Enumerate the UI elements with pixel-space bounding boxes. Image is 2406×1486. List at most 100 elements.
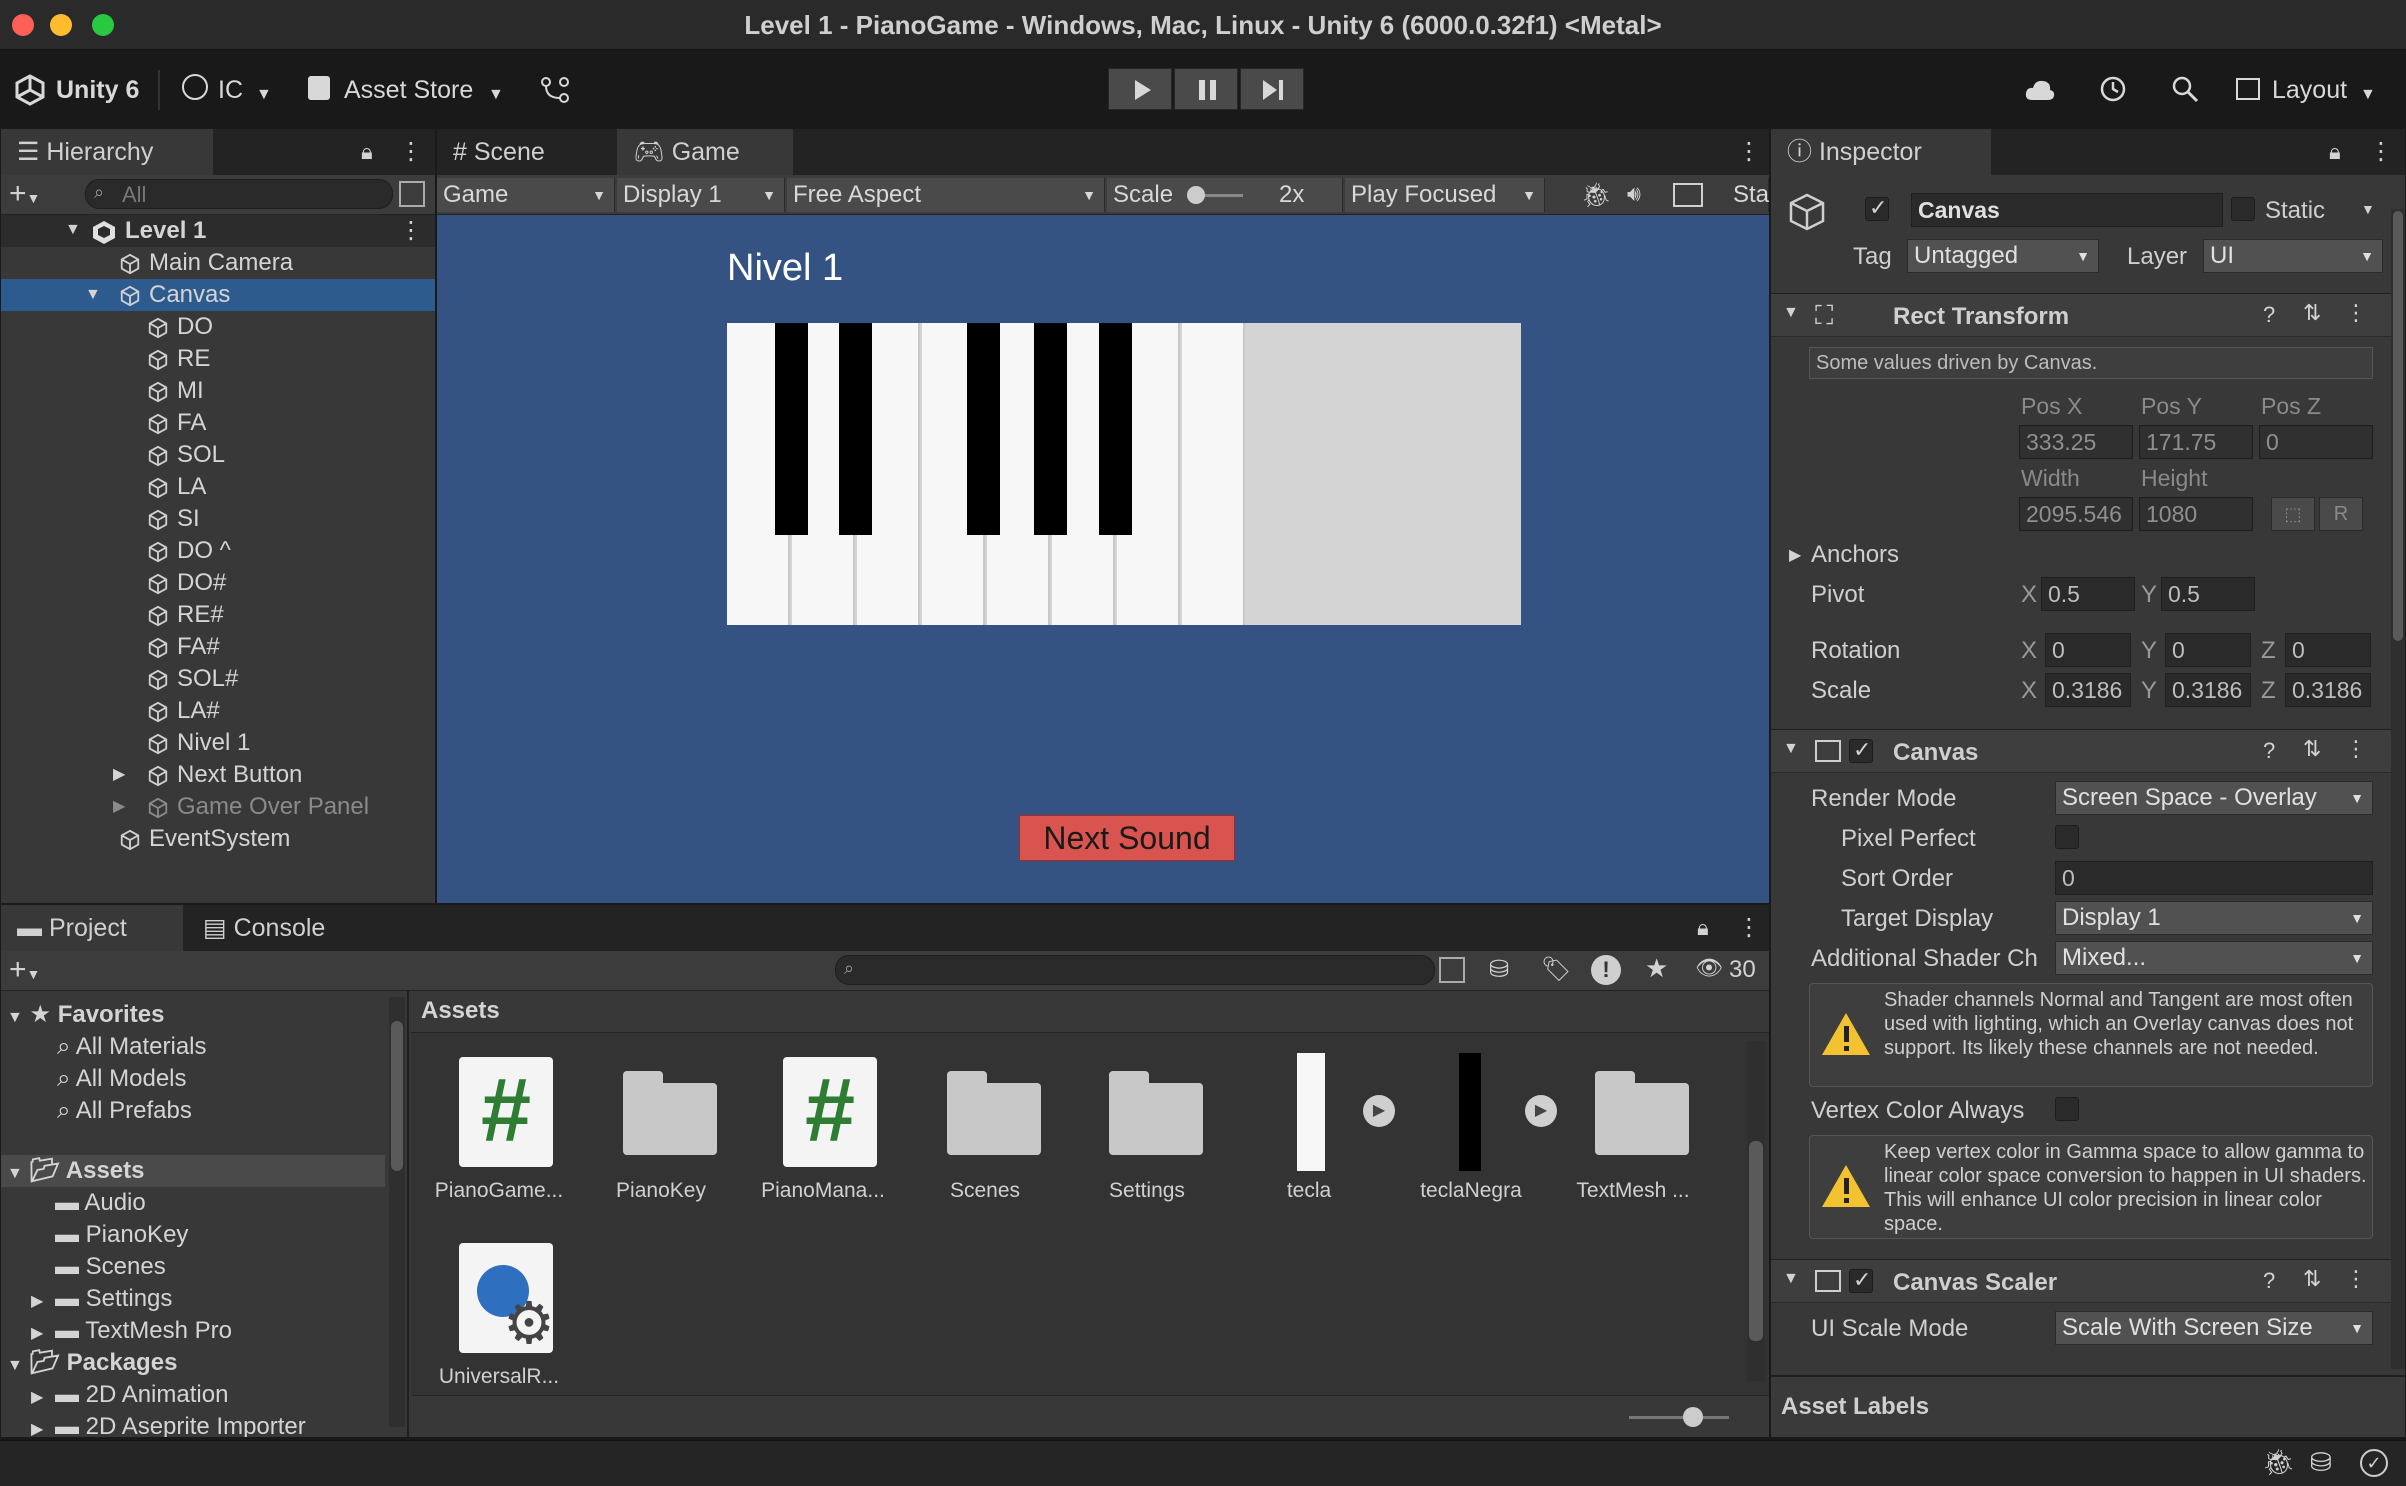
search-by-type-icon[interactable] [1439, 957, 1465, 983]
posz-field[interactable]: 0 [2259, 425, 2373, 459]
expand-arrow-icon[interactable]: ▶ [31, 1382, 55, 1414]
rotation-x-field[interactable]: 0 [2045, 633, 2131, 667]
ui-scale-mode-dropdown[interactable]: Scale With Screen Size ▼ [2055, 1311, 2373, 1345]
hierarchy-item[interactable]: FA [1, 407, 435, 439]
history-icon[interactable] [2098, 74, 2128, 104]
render-mode-dropdown[interactable]: Screen Space - Overlay ▼ [2055, 781, 2373, 815]
packages-row[interactable]: ▼ 📂︎ Packages [7, 1347, 177, 1379]
bug-icon[interactable]: 🐞︎ [1581, 181, 1611, 210]
hierarchy-item[interactable]: Nivel 1 [1, 727, 435, 759]
pivot-y-field[interactable]: 0.5 [2161, 577, 2255, 611]
help-icon[interactable]: ? [2263, 738, 2275, 764]
filter-by-type-icon[interactable]: ⛁ [1489, 955, 1509, 984]
project-tree-item[interactable]: ▶ ▬ TextMesh Pro [31, 1315, 232, 1347]
project-search-input[interactable]: ⌕ [835, 955, 1435, 985]
check-icon[interactable]: ✓ [2360, 1449, 2388, 1477]
sort-order-field[interactable]: 0 [2055, 861, 2373, 895]
scale-y-field[interactable]: 0.3186 [2165, 673, 2251, 707]
hierarchy-item[interactable]: MI [1, 375, 435, 407]
black-piano-key[interactable] [967, 323, 1000, 535]
asset-item[interactable]: TextMesh ... [1553, 1053, 1713, 1203]
project-tree-item[interactable]: ▶ ▬ 2D Aseprite Importer [31, 1411, 306, 1437]
breadcrumb[interactable]: Assets [421, 995, 500, 1027]
preset-icon[interactable]: ⇅ [2303, 1266, 2321, 1292]
hierarchy-item[interactable]: RE# [1, 599, 435, 631]
gizmos-icon[interactable] [1673, 183, 1703, 207]
preset-icon[interactable]: ⇅ [2303, 736, 2321, 762]
tab-project[interactable]: ▬ Project [1, 905, 183, 951]
more-options-icon[interactable]: ⋮ [399, 137, 423, 166]
project-tree-item[interactable]: ⌕ All Models [57, 1063, 187, 1095]
account-icon[interactable] [182, 74, 208, 100]
height-field[interactable]: 1080 [2139, 497, 2253, 531]
search-icon[interactable] [2170, 74, 2200, 104]
lock-icon[interactable]: 🔒︎ [1697, 915, 1709, 941]
asset-item[interactable]: ▶ tecla [1229, 1053, 1395, 1203]
more-options-icon[interactable]: ⋮ [2345, 300, 2367, 326]
chevron-down-icon[interactable]: ▼ [2361, 201, 2375, 217]
tab-console[interactable]: ▤ Console [187, 905, 377, 951]
tab-scene[interactable]: # Scene [437, 129, 615, 175]
asset-grid-scrollbar[interactable] [1747, 1041, 1765, 1381]
blueprint-button[interactable]: ⬚ [2271, 497, 2315, 531]
scale-z-field[interactable]: 0.3186 [2285, 673, 2371, 707]
anchors-label[interactable]: Anchors [1811, 541, 1899, 569]
more-options-icon[interactable]: ⋮ [2369, 137, 2393, 166]
play-button[interactable] [1108, 68, 1172, 110]
play-mode-dropdown[interactable]: Play Focused ▼ [1345, 178, 1545, 212]
black-piano-key[interactable] [839, 323, 872, 535]
project-tree-item[interactable]: ▬ Audio [31, 1187, 146, 1219]
rect-transform-header[interactable]: ▼ ⛶ Rect Transform ? ⇅ ⋮ [1771, 293, 2391, 337]
black-piano-key[interactable] [775, 323, 808, 535]
stats-button[interactable]: Sta [1727, 178, 1769, 212]
gameobject-icon[interactable] [1785, 191, 1829, 235]
hierarchy-item[interactable]: FA# [1, 631, 435, 663]
hierarchy-item[interactable]: DO ^ [1, 535, 435, 567]
project-tree-item[interactable]: ▬ PianoKey [31, 1219, 188, 1251]
asset-item[interactable]: Scenes [905, 1053, 1065, 1203]
hierarchy-item[interactable]: DO [1, 311, 435, 343]
create-asset-button[interactable]: +▼ [9, 951, 40, 993]
visibility-icon[interactable]: 👁︎ [1695, 955, 1723, 981]
display-dropdown[interactable]: Display 1 ▼ [617, 178, 785, 212]
inspector-scrollbar[interactable] [2391, 209, 2405, 1369]
scale-slider[interactable]: Scale 2x [1107, 178, 1343, 212]
pixel-perfect-checkbox[interactable] [2055, 825, 2079, 849]
hierarchy-item[interactable]: ▼ Canvas [1, 279, 435, 311]
log-filter-icon[interactable]: ! [1591, 955, 1621, 985]
asset-item[interactable]: Settings [1067, 1053, 1227, 1203]
tree-scrollbar[interactable] [389, 997, 405, 1427]
white-piano-key[interactable] [1182, 323, 1245, 625]
pivot-x-field[interactable]: 0.5 [2041, 577, 2135, 611]
scale-x-field[interactable]: 0.3186 [2045, 673, 2131, 707]
expand-arrow-icon[interactable]: ▶ [113, 759, 125, 791]
more-options-icon[interactable]: ⋮ [2345, 1266, 2367, 1292]
hierarchy-item[interactable]: ▶ Next Button [1, 759, 435, 791]
favorites-row[interactable]: ▼ ★ Favorites [7, 999, 164, 1031]
project-tree-item[interactable]: ▶ ▬ Settings [31, 1283, 172, 1315]
more-options-icon[interactable]: ⋮ [399, 215, 423, 247]
add-object-button[interactable]: +▼ [9, 175, 40, 217]
hierarchy-item[interactable]: DO# [1, 567, 435, 599]
posy-field[interactable]: 171.75 [2139, 425, 2253, 459]
debug-mode-icon[interactable]: 🐞︎ [2262, 1447, 2295, 1478]
black-piano-key[interactable] [1034, 323, 1067, 535]
assets-root-row[interactable]: ▼ 📂︎ Assets [1, 1155, 385, 1187]
project-tree-item[interactable]: ▶ ▬ 2D Animation [31, 1379, 228, 1411]
aspect-dropdown[interactable]: Free Aspect ▼ [787, 178, 1105, 212]
asset-item[interactable]: # PianoMana... [743, 1053, 903, 1203]
zoom-slider-thumb[interactable] [1683, 1407, 1703, 1427]
filter-by-label-icon[interactable]: 🏷︎ [1541, 955, 1571, 984]
expand-arrow-icon[interactable]: ▶ [31, 1286, 55, 1318]
rotation-y-field[interactable]: 0 [2165, 633, 2251, 667]
hierarchy-item[interactable]: Main Camera [1, 247, 435, 279]
asset-item[interactable]: # PianoGame... [419, 1053, 579, 1203]
hierarchy-item[interactable]: SOL [1, 439, 435, 471]
hierarchy-item[interactable]: LA# [1, 695, 435, 727]
search-by-type-icon[interactable] [399, 181, 425, 207]
scene-row[interactable]: ▼ Level 1 ⋮ [1, 215, 435, 247]
project-tree-item[interactable]: ⌕ All Materials [57, 1031, 207, 1063]
audio-icon[interactable]: 🔊︎ [1627, 181, 1641, 207]
more-options-icon[interactable]: ⋮ [2345, 736, 2367, 762]
next-sound-button[interactable]: Next Sound [1019, 815, 1235, 861]
